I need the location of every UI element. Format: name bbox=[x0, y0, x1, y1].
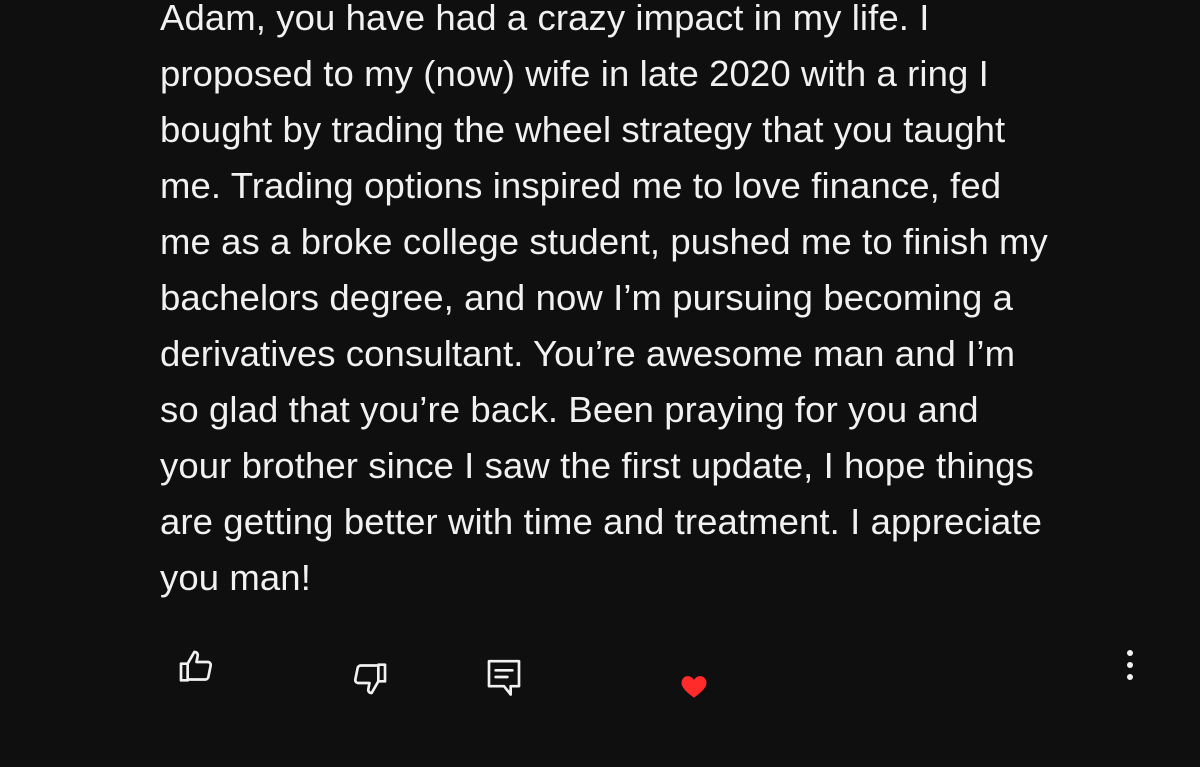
comment-text-line: bachelors degree, and now I’m pursuing b… bbox=[160, 277, 1014, 318]
comment-body: Adam, you have had a crazy impact in my … bbox=[160, 0, 1180, 606]
comment-text-line: proposed to my (now) wife in late 2020 w… bbox=[160, 53, 989, 94]
more-vertical-icon bbox=[1127, 650, 1133, 680]
more-options-button[interactable] bbox=[1108, 642, 1152, 688]
comment-text-line: derivatives consultant. You’re awesome m… bbox=[160, 333, 1016, 374]
comment-text-line: you man! bbox=[160, 557, 311, 598]
thumbs-down-icon bbox=[353, 663, 387, 695]
heart-icon bbox=[681, 676, 707, 698]
comment-text-line: are getting better with time and treatme… bbox=[160, 501, 1043, 542]
comment-text-line: me as a broke college student, pushed me… bbox=[160, 221, 1048, 262]
comment-text-line: your brother since I saw the first updat… bbox=[160, 445, 1034, 486]
comment-text-line: Adam, you have had a crazy impact in my … bbox=[160, 0, 930, 38]
comment-reply-icon bbox=[487, 659, 521, 696]
thumbs-up-icon bbox=[179, 650, 213, 682]
dislike-button[interactable] bbox=[346, 656, 394, 700]
comment-text-line: bought by trading the wheel strategy tha… bbox=[160, 109, 1006, 150]
comment-text-line: me. Trading options inspired me to love … bbox=[160, 165, 1002, 206]
reply-button[interactable] bbox=[480, 654, 528, 700]
like-button[interactable] bbox=[172, 645, 220, 689]
comment-text-line: so glad that you’re back. Been praying f… bbox=[160, 389, 979, 430]
creator-heart-badge bbox=[674, 667, 714, 705]
